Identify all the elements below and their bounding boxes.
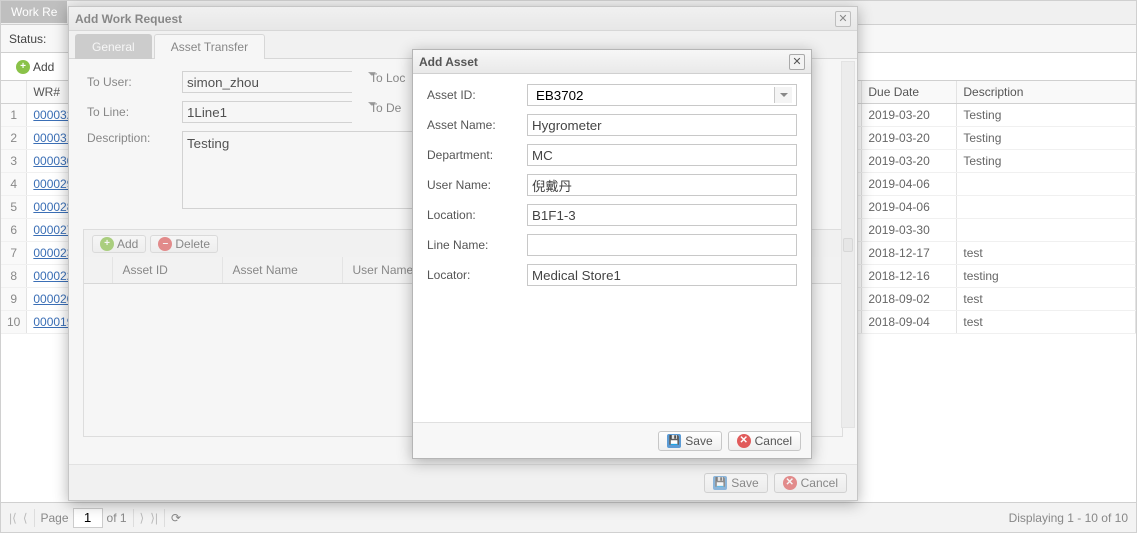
asset-footer: 💾 Save ✕ Cancel xyxy=(413,422,811,458)
asset-name-input[interactable] xyxy=(527,114,797,136)
user-name-label: User Name: xyxy=(427,178,527,192)
department-label: Department: xyxy=(427,148,527,162)
asset-cancel-button[interactable]: ✕ Cancel xyxy=(728,431,801,451)
viewport: Work Re Status: + Add WR# sted Dat Due D… xyxy=(0,0,1137,533)
user-name-input[interactable] xyxy=(527,174,797,196)
department-input[interactable] xyxy=(527,144,797,166)
add-asset-form: Asset ID: Asset Name: Department: xyxy=(413,74,811,304)
asset-name-label: Asset Name: xyxy=(427,118,527,132)
line-name-input[interactable] xyxy=(527,234,797,256)
close-icon[interactable]: ✕ xyxy=(789,54,805,70)
save-icon: 💾 xyxy=(667,434,681,448)
location-input[interactable] xyxy=(527,204,797,226)
location-label: Location: xyxy=(427,208,527,222)
asset-titlebar: Add Asset ✕ xyxy=(413,50,811,74)
add-asset-window: Add Asset ✕ Asset ID: Asset Name: xyxy=(412,49,812,459)
chevron-down-icon[interactable] xyxy=(774,87,792,103)
line-name-label: Line Name: xyxy=(427,238,527,252)
asset-id-label: Asset ID: xyxy=(427,88,527,102)
locator-label: Locator: xyxy=(427,268,527,282)
locator-input[interactable] xyxy=(527,264,797,286)
cancel-icon: ✕ xyxy=(737,434,751,448)
asset-title: Add Asset xyxy=(419,55,478,69)
asset-id-combo[interactable] xyxy=(527,84,797,106)
asset-save-button[interactable]: 💾 Save xyxy=(658,431,721,451)
asset-id-input[interactable] xyxy=(532,85,774,105)
